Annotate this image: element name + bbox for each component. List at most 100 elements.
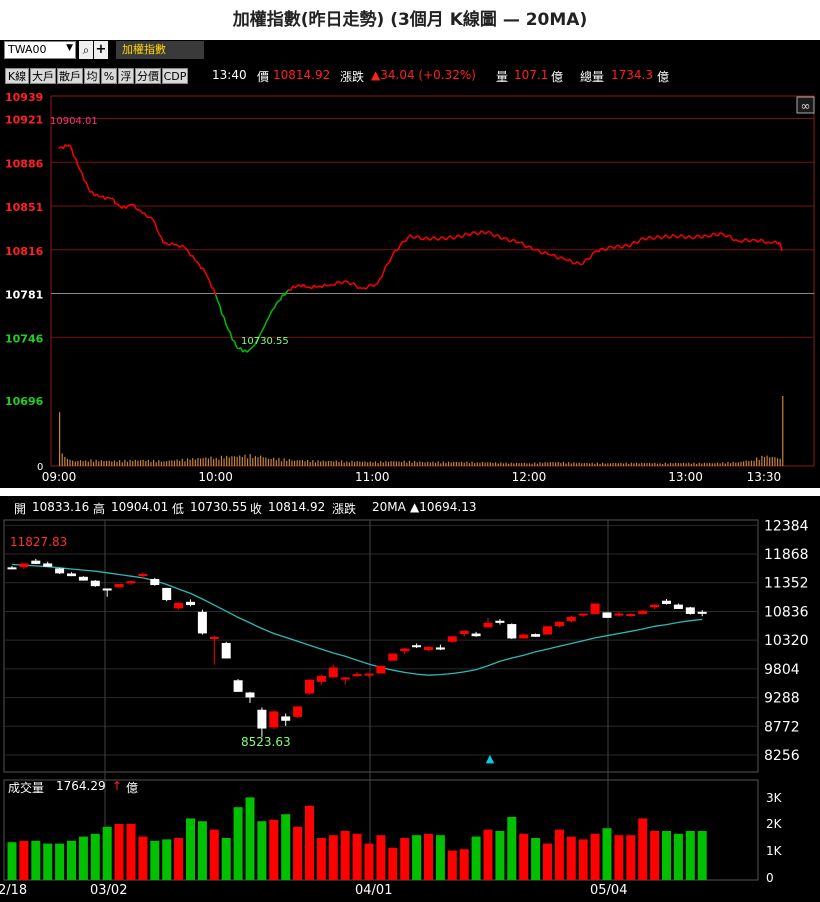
intraday-volume-bar <box>711 463 713 466</box>
daily-volume-y-tick: 3K <box>766 791 783 805</box>
intraday-volume-bar <box>192 458 194 466</box>
intraday-volume-bar <box>72 460 74 466</box>
candle-body <box>114 584 124 588</box>
intraday-volume-bar <box>171 460 173 466</box>
daily-volume-bar <box>543 843 552 880</box>
candle-body <box>281 716 291 721</box>
intraday-volume-bar <box>343 462 345 466</box>
intraday-price-segment <box>541 251 545 255</box>
intraday-y-tick: 10939 <box>5 91 43 104</box>
intraday-price-segment <box>613 245 617 250</box>
intraday-price-segment <box>655 235 659 239</box>
intraday-price-segment <box>68 144 73 149</box>
intraday-volume-bar <box>719 463 721 466</box>
intraday-price-segment <box>473 230 476 234</box>
link-icon[interactable]: ∞ <box>796 96 815 114</box>
intraday-price-segment <box>380 272 385 279</box>
time-value: 13:40 <box>212 68 247 82</box>
daily-volume-bar <box>638 818 648 880</box>
toolbar-button-2[interactable]: 散戶 <box>57 68 83 84</box>
intraday-price-segment <box>160 236 165 244</box>
intraday-volume-bar <box>252 458 254 466</box>
toolbar-button-0[interactable]: K線 <box>5 68 29 84</box>
intraday-volume-bar <box>152 459 155 466</box>
add-icon[interactable]: + <box>94 41 108 59</box>
total-value: 1734.3 <box>611 68 653 82</box>
intraday-volume-bar <box>293 460 296 466</box>
intraday-volume-bar <box>119 460 121 466</box>
daily-volume-bar <box>316 838 326 880</box>
toolbar-button-6[interactable]: 分價 <box>135 68 161 84</box>
daily-volume-bar <box>174 838 184 880</box>
intraday-volume-bar <box>625 462 627 466</box>
intraday-price-segment <box>484 231 488 235</box>
intraday-volume-bar <box>596 462 599 466</box>
intraday-volume-bar <box>155 462 157 466</box>
intraday-volume-bar <box>351 460 353 466</box>
daily-volume-bar <box>221 838 231 880</box>
intraday-volume-bar <box>677 463 679 466</box>
intraday-price-segment <box>574 261 578 265</box>
intraday-volume-bar <box>474 463 476 466</box>
intraday-volume-bar <box>260 455 262 466</box>
symbol-combobox[interactable]: TWA00 ▼ <box>4 41 76 59</box>
intraday-volume-bar <box>330 460 332 466</box>
toolbar-button-3[interactable]: 均 <box>84 68 100 84</box>
daily-volume-bar <box>245 797 255 880</box>
intraday-price-segment <box>745 237 749 241</box>
search-icon[interactable]: ⌕ <box>79 41 93 59</box>
intraday-price-segment <box>641 236 645 240</box>
intraday-price-segment <box>582 259 586 265</box>
candle-body <box>459 630 469 634</box>
intraday-price-segment <box>202 267 206 273</box>
intraday-price-segment <box>108 197 112 200</box>
toolbar-button-5[interactable]: 浮 <box>118 68 134 84</box>
daily-price-frame <box>3 519 759 773</box>
intraday-volume-bar <box>385 461 387 466</box>
intraday-volume-bar <box>701 463 703 466</box>
intraday-price-segment <box>386 262 390 265</box>
intraday-volume-bar <box>696 463 698 466</box>
intraday-y-tick: 10746 <box>5 332 44 345</box>
intraday-price-segment <box>455 234 459 238</box>
intraday-volume-bar <box>66 458 69 466</box>
intraday-price-segment <box>271 307 275 311</box>
intraday-price-segment <box>576 261 580 265</box>
intraday-price-segment <box>725 235 729 238</box>
chevron-down-icon[interactable]: ▼ <box>66 43 73 53</box>
candle-body <box>102 588 112 591</box>
intraday-x-tick: 13:00 <box>668 470 703 484</box>
toolbar-button-1[interactable]: 大戶 <box>30 68 56 84</box>
intraday-volume-bar <box>199 458 202 466</box>
intraday-volume-bar <box>526 463 528 466</box>
daily-volume-bar <box>364 843 374 880</box>
intraday-volume-bar <box>85 460 87 466</box>
intraday-volume-bar <box>565 463 567 466</box>
candle-body <box>507 624 517 639</box>
toolbar-button-7[interactable]: CDP <box>162 68 188 84</box>
intraday-volume-bar <box>390 461 392 466</box>
intraday-volume-bar <box>656 463 659 466</box>
high-value: 10904.01 <box>111 500 169 514</box>
intraday-volume-bar <box>121 462 123 466</box>
intraday-volume-bar <box>560 462 562 466</box>
intraday-volume-bar <box>322 460 324 466</box>
intraday-price-segment <box>719 232 723 235</box>
daily-y-tick: 11868 <box>764 547 809 563</box>
intraday-volume-bar <box>604 463 606 466</box>
daily-y-tick: 11352 <box>764 576 809 592</box>
intraday-price-segment <box>770 241 774 244</box>
toolbar-button-4[interactable]: % <box>101 68 117 84</box>
candle-body <box>400 648 410 652</box>
candle-body <box>150 579 160 586</box>
intraday-volume-bar <box>607 463 609 466</box>
intraday-price-segment <box>658 236 662 240</box>
intraday-price-segment <box>292 285 296 289</box>
intraday-volume-bar <box>774 457 776 466</box>
intraday-volume-bar <box>184 461 186 466</box>
intraday-volume-bar <box>419 461 421 466</box>
candle-body <box>685 607 695 614</box>
intraday-volume-bar <box>620 462 622 466</box>
daily-volume-bar <box>138 836 148 880</box>
intraday-volume-bar <box>675 462 677 466</box>
